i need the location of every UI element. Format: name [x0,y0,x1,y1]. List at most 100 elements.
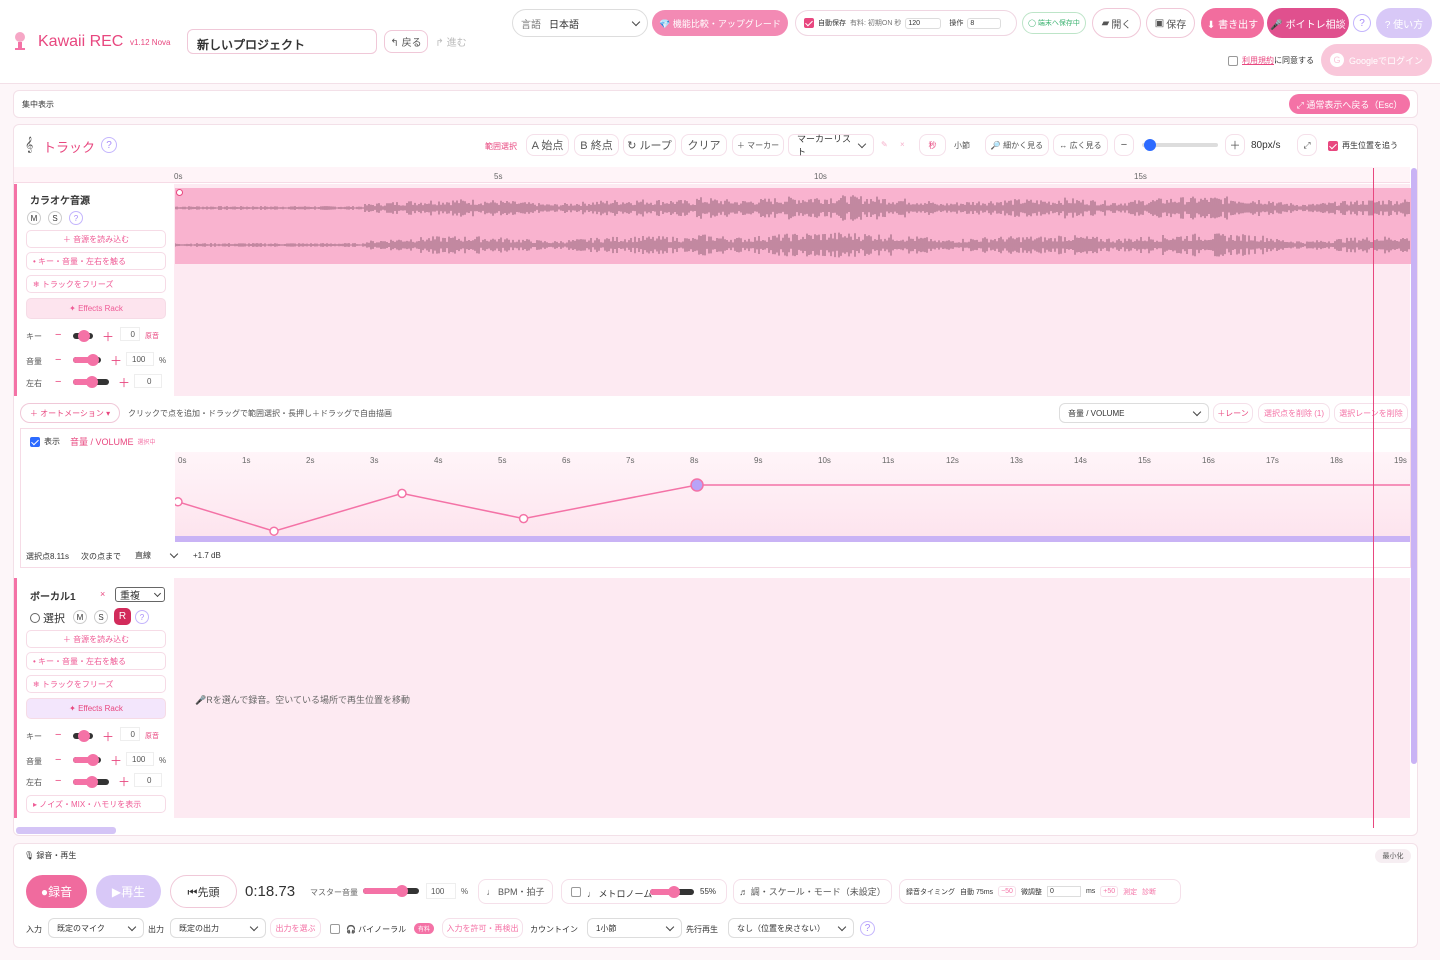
automation-button[interactable]: ＋ オートメーション ▾ [20,403,120,423]
vocal-pan-minus[interactable]: − [55,775,61,787]
automation-point[interactable] [269,526,279,536]
karaoke-freeze-button[interactable]: ❄ トラックをフリーズ [26,275,166,293]
karaoke-vol-minus[interactable]: − [55,354,61,366]
binaural-checkbox[interactable] [330,924,340,934]
karaoke-pan-plus[interactable]: ＋ [118,374,130,391]
choose-output-button[interactable]: 出力を選ぶ [270,918,321,938]
vocal-vol-value[interactable]: 100 [126,752,154,766]
record-button[interactable]: ●録音 [26,875,87,908]
vocal-mode-select[interactable]: 重複 [115,587,165,602]
karaoke-vol-value[interactable]: 100 [126,352,154,366]
voice-consult-button[interactable]: 🎤 ボイトレ相談 [1267,8,1349,38]
google-login-button[interactable]: G Googleでログイン [1321,44,1432,76]
vocal-help-icon[interactable]: ? [135,610,149,624]
diagnose-button[interactable]: 診断 [1142,887,1156,897]
karaoke-key-minus[interactable]: − [55,329,61,341]
karaoke-solo-button[interactable]: S [48,211,62,225]
loop-button[interactable]: ↻ ループ [623,134,676,156]
vocal-freeze-button[interactable]: ❄ トラックをフリーズ [26,675,166,693]
track-help-icon[interactable]: ? [101,137,117,153]
delete-points-button[interactable]: 選択点を削除 (1) [1258,403,1330,423]
zoom-plus-button[interactable]: ＋ [1225,134,1245,156]
fit-expand-icon[interactable]: ⤢ [1297,134,1317,156]
unit-seconds-button[interactable]: 秒 [919,134,946,156]
follow-playhead-toggle[interactable]: 再生位置を追う [1328,140,1398,151]
vocal-effects-button[interactable]: ✦ Effects Rack [26,698,166,719]
add-marker-button[interactable]: ＋ マーカー [732,134,784,156]
delete-lane-button[interactable]: 選択レーンを削除 [1334,403,1408,423]
zoom-slider[interactable] [1142,139,1218,151]
automation-point[interactable] [397,488,407,499]
a-start-button[interactable]: A 始点 [526,134,569,156]
vocal-vol-plus[interactable]: ＋ [110,752,122,769]
automation-point[interactable] [690,478,704,492]
karaoke-keyvol-button[interactable]: • キー・音量・左右を触る [26,252,166,270]
master-volume-slider[interactable] [363,885,419,897]
bpm-button[interactable]: ♩ BPM・拍子 [478,879,553,904]
key-scale-button[interactable]: ♬ 調・スケール・モード（未設定） [733,879,892,904]
karaoke-help-icon[interactable]: ? [69,211,83,225]
measure-button[interactable]: 測定 [1123,887,1137,897]
plus50-button[interactable]: +50 [1100,886,1119,897]
automation-point[interactable] [518,513,529,524]
vocal-load-button[interactable]: ＋ 音源を読み込む [26,630,166,648]
playhead[interactable] [1373,168,1374,828]
karaoke-pan-minus[interactable]: − [55,376,61,388]
vocal-key-unit[interactable]: 原音 [145,731,159,741]
howto-button[interactable]: ? 使い方 [1376,8,1432,38]
clear-button[interactable]: クリア [681,134,727,156]
export-button[interactable]: ⬇ 書き出す [1201,8,1264,38]
vocal-record-button[interactable]: R [114,608,131,625]
zoom-in-button[interactable]: 🔎 細かく見る [985,134,1049,156]
input-select[interactable]: 既定のマイク [48,918,144,938]
vocal-mute-button[interactable]: M [73,610,87,624]
horizontal-scrollbar[interactable] [16,827,116,834]
to-start-button[interactable]: ⏮先頭 [170,875,237,908]
vocal-pan-value[interactable]: 0 [134,773,162,787]
vocal-noise-mix-button[interactable]: ▸ ノイズ・MIX・ハモリを表示 [26,795,166,813]
vocal-key-plus[interactable]: ＋ [102,728,114,745]
vocal-select-radio[interactable]: 選択 [30,610,65,626]
redo-button[interactable]: ↱ 進む [432,30,470,53]
karaoke-effects-button[interactable]: ✦ Effects Rack [26,298,166,319]
vocal-pan-slider[interactable] [73,776,109,788]
zoom-slider-knob[interactable] [1143,139,1156,151]
language-select[interactable]: 言語 日本語 [512,9,648,37]
terms-link[interactable]: 利用規約 [1242,56,1274,65]
karaoke-vol-plus[interactable]: ＋ [110,352,122,369]
automation-line[interactable] [177,484,1410,532]
automation-curve[interactable] [175,452,1410,536]
automation-point[interactable] [175,497,183,507]
vertical-scrollbar[interactable] [1411,168,1417,764]
clip-start-handle[interactable] [176,189,183,196]
master-volume-value[interactable]: 100 [426,883,456,899]
curve-type-select[interactable]: 直線 [127,547,185,564]
karaoke-key-unit[interactable]: 原音 [145,331,159,341]
vocal-solo-button[interactable]: S [94,610,108,624]
marker-delete-icon[interactable]: × [900,140,905,149]
metronome-slider[interactable] [650,886,694,898]
vocal-key-minus[interactable]: − [55,729,61,741]
upgrade-button[interactable]: 💎 機能比較・アップグレード [652,10,788,36]
output-select[interactable]: 既定の出力 [170,918,266,938]
karaoke-load-button[interactable]: ＋ 音源を読み込む [26,230,166,248]
allow-input-button[interactable]: 入力を許可・再検出 [442,918,523,938]
show-lane-checkbox[interactable] [30,436,40,447]
transport-help-icon[interactable]: ? [860,921,875,936]
save-button[interactable]: ▣ 保存 [1146,8,1195,38]
vocal-close-icon[interactable]: × [100,589,105,599]
vocal-keyvol-button[interactable]: • キー・音量・左右を触る [26,652,166,670]
fine-input[interactable]: 0 [1046,886,1081,897]
karaoke-vol-slider[interactable] [73,354,101,366]
ops-input[interactable]: 8 [967,17,1002,29]
timeline-ruler[interactable] [14,167,1410,183]
preroll-select[interactable]: なし（位置を戻さない） [728,918,854,938]
karaoke-key-slider[interactable] [73,330,93,342]
open-button[interactable]: ▰ 開く [1092,8,1141,38]
karaoke-waveform[interactable] [175,188,1411,264]
karaoke-pan-value[interactable]: 0 [134,374,162,388]
minus50-button[interactable]: −50 [998,886,1016,897]
project-name-input[interactable]: 新しいプロジェクト [187,29,377,54]
vocal-key-slider[interactable] [73,730,93,742]
follow-checkbox[interactable] [1328,140,1338,151]
